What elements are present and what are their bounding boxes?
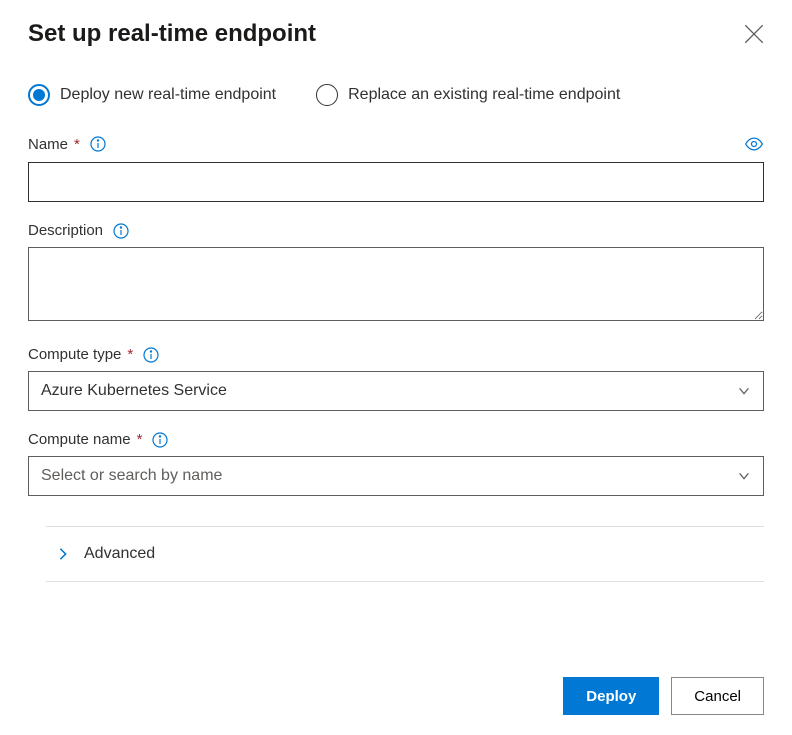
description-label: Description [28, 222, 103, 239]
radio-indicator [28, 84, 50, 106]
advanced-label: Advanced [84, 545, 155, 563]
dialog-title: Set up real-time endpoint [28, 20, 316, 48]
chevron-right-icon [56, 547, 70, 561]
info-icon[interactable] [143, 347, 159, 363]
compute-type-select[interactable]: Azure Kubernetes Service [28, 371, 764, 411]
name-input[interactable] [28, 162, 764, 202]
required-indicator: * [127, 346, 133, 363]
chevron-down-icon [737, 384, 751, 398]
required-indicator: * [137, 431, 143, 448]
compute-name-placeholder: Select or search by name [41, 467, 222, 485]
radio-deploy-new[interactable]: Deploy new real-time endpoint [28, 84, 276, 106]
description-input[interactable] [28, 247, 764, 321]
radio-replace-existing[interactable]: Replace an existing real-time endpoint [316, 84, 620, 106]
radio-indicator [316, 84, 338, 106]
required-indicator: * [74, 136, 80, 153]
name-label: Name [28, 136, 68, 153]
compute-type-label: Compute type [28, 346, 121, 363]
eye-icon[interactable] [744, 134, 764, 154]
radio-replace-existing-label: Replace an existing real-time endpoint [348, 86, 620, 104]
advanced-toggle[interactable]: Advanced [46, 526, 764, 582]
close-icon[interactable] [744, 20, 764, 40]
compute-name-label: Compute name [28, 431, 131, 448]
info-icon[interactable] [152, 432, 168, 448]
info-icon[interactable] [90, 136, 106, 152]
compute-type-value: Azure Kubernetes Service [41, 382, 227, 400]
chevron-down-icon [737, 469, 751, 483]
info-icon[interactable] [113, 223, 129, 239]
deploy-button[interactable]: Deploy [563, 677, 659, 715]
cancel-button[interactable]: Cancel [671, 677, 764, 715]
compute-name-select[interactable]: Select or search by name [28, 456, 764, 496]
radio-deploy-new-label: Deploy new real-time endpoint [60, 86, 276, 104]
